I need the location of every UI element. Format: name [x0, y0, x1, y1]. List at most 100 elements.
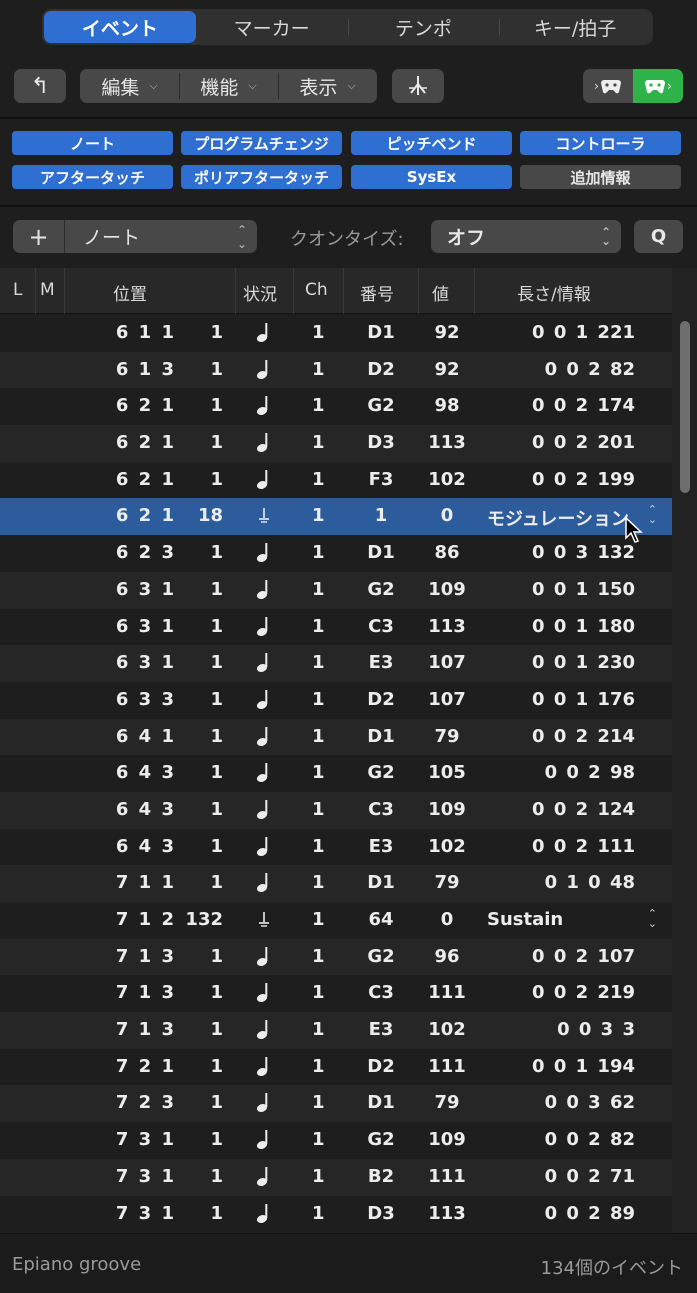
event-channel: 1 [312, 1165, 325, 1187]
table-row[interactable]: 7 1 3 1 1 E3 102 0 0 3 3 [0, 1012, 672, 1049]
event-channel: 1 [312, 835, 325, 857]
event-length: 0 0 2 199 [532, 468, 635, 490]
column-header-value[interactable]: 値 [432, 280, 449, 305]
event-position: 7 1 1 [115, 872, 176, 894]
tab-key-signature[interactable]: キー/拍子 [499, 11, 651, 43]
filter-pitch-bend-button[interactable]: ピッチベンド [351, 131, 512, 155]
table-row[interactable]: 7 2 1 1 1 D2 111 0 0 1 194 [0, 1049, 672, 1086]
menu-group: 編集 ⌵ 機能 ⌵ 表示 ⌵ [80, 69, 377, 103]
event-number: G2 [367, 578, 395, 600]
event-channel: 1 [312, 395, 325, 417]
table-row[interactable]: 6 4 3 1 1 C3 109 0 0 2 124 [0, 791, 672, 829]
event-channel: 1 [312, 1202, 325, 1224]
controller-type-select[interactable]: Sustain ⌃ ⌄ [487, 908, 657, 930]
note-icon [256, 1091, 270, 1118]
table-row[interactable]: 6 1 3 1 1 D2 92 0 0 2 82 [0, 351, 672, 389]
column-header-number[interactable]: 番号 [360, 280, 394, 305]
up-down-chevron-icon: ⌃ ⌄ [647, 503, 657, 527]
event-value: 107 [428, 652, 466, 674]
catch-button[interactable] [392, 69, 444, 103]
create-event-group: + ノート ⌃ ⌄ [13, 220, 257, 253]
event-length: 0 0 2 174 [532, 395, 635, 417]
column-header-m[interactable]: M [40, 280, 55, 300]
event-number: 64 [368, 909, 394, 930]
filter-poly-aftertouch-button[interactable]: ポリアフタータッチ [181, 165, 342, 189]
column-header-position[interactable]: 位置 [113, 280, 147, 305]
chevron-down-icon: ⌵ [149, 79, 158, 92]
table-row[interactable]: 7 3 1 1 1 G2 109 0 0 2 82 [0, 1122, 672, 1159]
event-tick: 1 [210, 725, 223, 747]
event-list[interactable]: 6 1 1 1 1 D1 92 0 0 1 221 6 1 3 1 1 D2 92 0 0 2 82 6… [0, 315, 672, 1232]
table-row[interactable]: 6 2 3 1 1 D1 86 0 0 3 132 [0, 535, 672, 572]
event-number: 1 [374, 505, 388, 527]
event-value: 113 [428, 432, 466, 454]
filter-program-change-button[interactable]: プログラムチェンジ [181, 131, 342, 155]
column-header-channel[interactable]: Ch [305, 280, 328, 300]
table-row[interactable]: 6 3 1 1 1 G2 109 0 0 1 150 [0, 571, 672, 609]
note-icon [256, 615, 270, 642]
event-type-select[interactable]: ノート ⌃ ⌄ [65, 220, 257, 253]
table-row[interactable]: 6 1 1 1 1 D1 92 0 0 1 221 [0, 315, 672, 352]
event-position: 6 2 1 [115, 505, 176, 527]
event-tick: 1 [210, 1019, 223, 1041]
table-row[interactable]: 7 2 3 1 1 D1 79 0 0 3 62 [0, 1085, 672, 1123]
event-channel: 1 [312, 1019, 325, 1041]
quantize-select[interactable]: オフ ⌃ ⌄ [431, 220, 621, 253]
table-row[interactable]: 7 1 1 1 1 D1 79 0 1 0 48 [0, 865, 672, 902]
event-value: 0 [440, 505, 454, 527]
tab-events[interactable]: イベント [44, 11, 196, 43]
table-row[interactable]: 7 3 1 1 1 B2 111 0 0 2 71 [0, 1158, 672, 1196]
create-event-button[interactable]: + [13, 220, 65, 253]
event-number: E3 [368, 835, 394, 857]
column-header-status[interactable]: 状況 [243, 280, 277, 305]
event-length: 0 0 2 82 [544, 1129, 635, 1151]
filter-aftertouch-button[interactable]: アフタータッチ [12, 165, 173, 189]
tab-markers[interactable]: マーカー [196, 11, 348, 43]
table-row[interactable]: 6 3 1 1 1 C3 113 0 0 1 180 [0, 609, 672, 646]
event-channel: 1 [312, 652, 325, 674]
filter-sysex-button[interactable]: SysEx [351, 165, 512, 189]
event-value: 79 [434, 725, 460, 747]
filter-additional-info-button[interactable]: 追加情報 [520, 165, 681, 189]
event-value: 102 [428, 468, 466, 490]
event-position: 7 1 3 [115, 1019, 176, 1041]
filter-notes-button[interactable]: ノート [12, 131, 173, 155]
column-header-length-info[interactable]: 長さ/情報 [517, 280, 591, 305]
table-row[interactable]: 6 2 1 1 1 D3 113 0 0 2 201 [0, 425, 672, 462]
view-menu[interactable]: 表示 ⌵ [278, 69, 377, 103]
event-number: C3 [368, 798, 394, 820]
edit-menu[interactable]: 編集 ⌵ [80, 69, 179, 103]
table-row[interactable]: 6 4 3 1 1 E3 102 0 0 2 111 [0, 829, 672, 866]
divider [0, 205, 697, 207]
note-icon [256, 1018, 270, 1045]
parent-level-button[interactable]: ↰ [14, 69, 66, 103]
table-row[interactable]: 6 4 1 1 1 D1 79 0 0 2 214 [0, 718, 672, 756]
tab-tempo[interactable]: テンポ [347, 11, 500, 43]
table-row[interactable]: 7 1 3 1 1 C3 111 0 0 2 219 [0, 975, 672, 1012]
table-row[interactable]: 7 1 3 1 1 G2 96 0 0 2 107 [0, 938, 672, 976]
note-icon [256, 1055, 270, 1082]
table-row[interactable]: 7 1 2 132 1 64 0 Sustain ⌃ ⌄ [0, 902, 672, 939]
event-channel: 1 [312, 322, 325, 343]
table-row[interactable]: 7 3 1 1 1 D3 113 0 0 2 89 [0, 1196, 672, 1233]
functions-menu[interactable]: 機能 ⌵ [179, 69, 278, 103]
table-row[interactable]: 6 2 1 18 1 1 0 モジュレーション ⌃ ⌄ [0, 498, 672, 536]
up-down-chevron-icon: ⌃ ⌄ [600, 224, 611, 248]
quantize-button[interactable]: Q [634, 220, 683, 253]
filter-controller-button[interactable]: コントローラ [520, 131, 681, 155]
midi-in-icon [600, 80, 621, 94]
table-row[interactable]: 6 4 3 1 1 G2 105 0 0 2 98 [0, 755, 672, 792]
event-number: G2 [367, 945, 395, 967]
table-row[interactable]: 6 2 1 1 1 G2 98 0 0 2 174 [0, 388, 672, 425]
event-number: C3 [368, 615, 394, 637]
column-header-l[interactable]: L [13, 280, 22, 300]
midi-in-button[interactable]: › [583, 69, 633, 103]
table-row[interactable]: 6 3 3 1 1 D2 107 0 0 1 176 [0, 682, 672, 719]
midi-out-button[interactable]: › [633, 69, 683, 103]
scrollbar-thumb[interactable] [680, 321, 690, 493]
table-row[interactable]: 6 3 1 1 1 E3 107 0 0 1 230 [0, 645, 672, 682]
event-position: 6 4 3 [115, 762, 176, 784]
event-channel: 1 [312, 1129, 325, 1151]
table-row[interactable]: 6 2 1 1 1 F3 102 0 0 2 199 [0, 462, 672, 499]
event-tick: 1 [210, 945, 223, 967]
